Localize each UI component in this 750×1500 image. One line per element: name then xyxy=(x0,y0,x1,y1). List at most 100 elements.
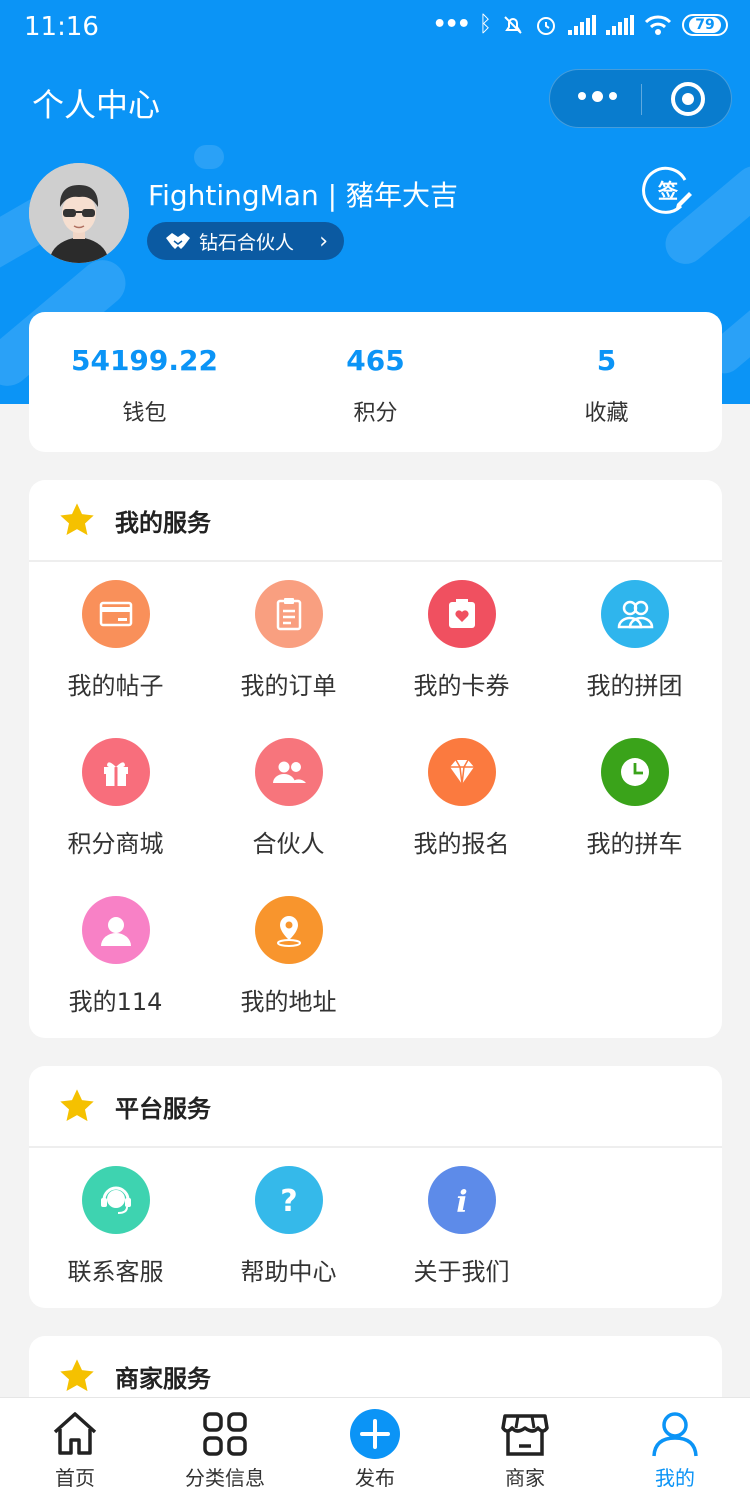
help-icon: ? xyxy=(254,1166,323,1234)
status-bar: 11:16 ••• ᛒ 79 xyxy=(0,0,750,56)
service-label: 关于我们 xyxy=(413,1258,510,1286)
service-label: 我的卡券 xyxy=(413,672,510,700)
alarm-icon xyxy=(537,16,555,35)
handshake-icon xyxy=(166,233,190,249)
service-my-groups[interactable]: 我的拼团 xyxy=(548,580,721,701)
tab-label: 商家 xyxy=(505,1466,545,1490)
service-my-registrations[interactable]: 我的报名 xyxy=(375,738,548,859)
more-menu-button[interactable] xyxy=(578,91,617,102)
service-label: 我的订单 xyxy=(240,672,337,700)
location-icon xyxy=(254,896,323,964)
service-label: 我的114 xyxy=(68,988,163,1016)
my-services-card: 我的服务 我的帖子 我的订单 我的卡券 我的拼团 积分商城 合伙人 我的报名 我… xyxy=(29,480,722,1038)
service-label: 我的帖子 xyxy=(67,672,164,700)
sign-in-button[interactable]: 签 xyxy=(641,166,693,214)
decor-shape xyxy=(194,145,224,169)
tab-label: 我的 xyxy=(655,1466,695,1490)
section-title: 商家服务 xyxy=(115,1364,211,1393)
gift-icon xyxy=(81,738,150,806)
service-contact-support[interactable]: 联系客服 xyxy=(29,1166,202,1287)
section-header: 我的服务 xyxy=(29,480,722,562)
status-time: 11:16 xyxy=(24,12,99,42)
status-icons: ••• ᛒ 79 xyxy=(433,12,728,37)
plus-circle-icon xyxy=(350,1409,400,1459)
bell-muted-icon xyxy=(504,15,522,34)
service-about-us[interactable]: i 关于我们 xyxy=(375,1166,548,1287)
section-title: 我的服务 xyxy=(115,508,211,537)
platform-services-card: 平台服务 联系客服 ? 帮助中心 i 关于我们 xyxy=(29,1066,722,1308)
tab-categories[interactable]: 分类信息 xyxy=(150,1398,300,1500)
service-partners[interactable]: 合伙人 xyxy=(202,738,375,859)
star-icon xyxy=(60,1089,94,1122)
tab-label: 首页 xyxy=(55,1466,95,1490)
tab-bar: 首页 分类信息 发布 商家 我的 xyxy=(0,1397,750,1500)
service-label: 我的报名 xyxy=(413,830,510,858)
group-icon xyxy=(600,580,669,648)
service-my-address[interactable]: 我的地址 xyxy=(202,896,375,1017)
stat-wallet[interactable]: 54199.22 钱包 xyxy=(29,312,260,452)
service-label: 我的地址 xyxy=(240,988,337,1016)
info-icon: i xyxy=(427,1166,496,1234)
rank-badge[interactable]: 钻石合伙人 › xyxy=(147,222,344,260)
coupon-icon xyxy=(427,580,496,648)
headset-icon xyxy=(81,1166,150,1234)
service-label: 帮助中心 xyxy=(240,1258,337,1286)
service-my-orders[interactable]: 我的订单 xyxy=(202,580,375,701)
clipboard-icon xyxy=(254,580,323,648)
stat-favorites[interactable]: 5 收藏 xyxy=(491,312,722,452)
sign-in-label: 签 xyxy=(657,179,679,203)
star-icon xyxy=(60,503,94,536)
username: FightingMan | 豬年大吉 xyxy=(148,179,458,212)
stat-label: 积分 xyxy=(353,401,398,426)
service-label: 合伙人 xyxy=(252,830,325,858)
grid-icon xyxy=(203,1412,247,1456)
svg-text:i: i xyxy=(456,1185,467,1220)
signal-icon xyxy=(568,14,596,35)
shop-icon xyxy=(501,1414,549,1456)
tab-mine[interactable]: 我的 xyxy=(600,1398,750,1500)
stat-value: 465 xyxy=(346,344,405,377)
sign-in-icon: 签 xyxy=(642,166,692,214)
stat-value: 54199.22 xyxy=(70,344,218,377)
tab-merchants[interactable]: 商家 xyxy=(450,1398,600,1500)
stat-label: 钱包 xyxy=(122,401,167,426)
stat-value: 5 xyxy=(596,344,617,377)
more-dots-icon: ••• xyxy=(432,12,471,37)
tab-publish[interactable]: 发布 xyxy=(300,1398,450,1500)
signal-icon xyxy=(606,14,634,35)
service-label: 积分商城 xyxy=(67,830,164,858)
battery-level: 79 xyxy=(689,16,721,33)
capsule-divider xyxy=(641,84,642,115)
service-my-posts[interactable]: 我的帖子 xyxy=(29,580,202,701)
bluetooth-icon: ᛒ xyxy=(478,12,492,37)
avatar-image xyxy=(29,163,129,263)
section-header: 平台服务 xyxy=(29,1066,722,1148)
service-label: 我的拼团 xyxy=(586,672,683,700)
close-target-button[interactable] xyxy=(671,82,705,116)
stat-label: 收藏 xyxy=(584,401,629,426)
wifi-icon xyxy=(644,15,672,35)
service-my-carpool[interactable]: 我的拼车 xyxy=(548,738,721,859)
service-label: 我的拼车 xyxy=(586,830,683,858)
svg-text:?: ? xyxy=(280,1184,297,1219)
stat-points[interactable]: 465 积分 xyxy=(260,312,491,452)
battery-icon: 79 xyxy=(682,13,728,36)
tab-home[interactable]: 首页 xyxy=(0,1398,150,1500)
clock-icon xyxy=(600,738,669,806)
service-points-mall[interactable]: 积分商城 xyxy=(29,738,202,859)
tab-label: 分类信息 xyxy=(185,1466,265,1490)
mini-program-capsule xyxy=(549,69,732,128)
service-help-center[interactable]: ? 帮助中心 xyxy=(202,1166,375,1287)
service-my-coupons[interactable]: 我的卡券 xyxy=(375,580,548,701)
card-icon xyxy=(81,580,150,648)
service-my-114[interactable]: 我的114 xyxy=(29,896,202,1017)
service-label: 联系客服 xyxy=(67,1258,164,1286)
avatar[interactable] xyxy=(29,163,129,263)
user-icon xyxy=(652,1412,698,1457)
star-icon xyxy=(60,1359,94,1392)
person-icon xyxy=(81,896,150,964)
diamond-icon xyxy=(427,738,496,806)
page-title: 个人中心 xyxy=(32,86,161,124)
rank-label: 钻石合伙人 xyxy=(199,231,295,254)
stats-card: 54199.22 钱包 465 积分 5 收藏 xyxy=(29,312,722,452)
